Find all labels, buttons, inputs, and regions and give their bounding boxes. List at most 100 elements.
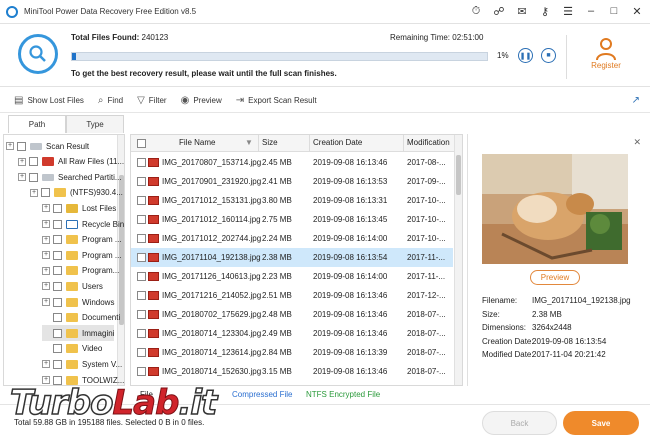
filter-button[interactable]: ▽ Filter — [137, 95, 166, 106]
tree-node[interactable]: + Program... — [42, 263, 119, 279]
maximize-icon[interactable]: □ — [607, 4, 621, 18]
file-checkbox[interactable] — [137, 310, 146, 319]
expand-icon[interactable]: + — [30, 188, 38, 197]
feedback-icon[interactable]: ✉ — [515, 4, 529, 18]
register-button[interactable]: Register — [584, 37, 628, 70]
file-checkbox[interactable] — [137, 234, 146, 243]
file-checkbox[interactable] — [137, 196, 146, 205]
file-row[interactable]: IMG_20171104_192138.jpg 2.38 MB 2019-09-08… — [131, 248, 453, 267]
tree-checkbox[interactable] — [29, 157, 38, 167]
find-button[interactable]: ⌕ Find — [98, 95, 123, 106]
close-preview-icon[interactable]: ✕ — [633, 137, 641, 148]
pause-button[interactable]: ❚❚ — [518, 48, 533, 63]
expand-icon[interactable]: + — [42, 251, 50, 260]
file-row[interactable]: IMG_20171012_202744.jpg 2.24 MB 2019-09-08… — [131, 229, 453, 248]
file-row[interactable]: IMG_20180714_123304.jpg 2.49 MB 2019-09-08… — [131, 324, 453, 343]
tree-node[interactable]: +Immagini — [42, 325, 115, 342]
menu-icon[interactable]: ☰ — [561, 4, 575, 18]
update-icon[interactable]: ⏱ — [469, 4, 483, 18]
tree-checkbox[interactable] — [53, 266, 62, 276]
tree-checkbox[interactable] — [29, 172, 38, 182]
expand-icon[interactable]: + — [42, 282, 50, 291]
file-checkbox[interactable] — [137, 158, 146, 167]
file-row[interactable]: IMG_20180714_123614.jpg 2.84 MB 2019-09-08… — [131, 343, 453, 362]
file-row[interactable]: IMG_20170901_231920.jpg 2.41 MB 2019-09-08… — [131, 172, 453, 191]
tree-checkbox[interactable] — [53, 250, 62, 260]
column-divider[interactable] — [309, 135, 310, 152]
tree-node[interactable]: + Searched Partiti... — [18, 169, 122, 185]
tree-checkbox[interactable] — [53, 281, 62, 291]
col-modification[interactable]: Modification — [407, 138, 450, 147]
select-all-checkbox[interactable] — [137, 139, 146, 148]
tree-checkbox[interactable] — [53, 313, 62, 323]
file-row[interactable]: IMG_20171216_214052.jpg 2.51 MB 2019-09-08… — [131, 286, 453, 305]
file-row[interactable]: IMG_20180714_152630.jpg 3.15 MB 2019-09-08… — [131, 362, 453, 381]
file-checkbox[interactable] — [137, 272, 146, 281]
show-lost-files-button[interactable]: ▤ Show Lost Files — [14, 95, 84, 106]
tree-checkbox[interactable] — [53, 297, 62, 307]
col-creation-date[interactable]: Creation Date — [313, 138, 362, 147]
preview-file-button[interactable]: Preview — [530, 270, 580, 285]
expand-icon[interactable]: + — [42, 235, 50, 244]
expand-icon[interactable]: + — [42, 360, 50, 369]
save-button[interactable]: Save — [563, 411, 639, 435]
column-divider[interactable] — [403, 135, 404, 152]
column-divider[interactable] — [258, 135, 259, 152]
tree-node[interactable]: + System V... — [42, 356, 122, 372]
file-row[interactable]: IMG_20171012_153131.jpg 3.80 MB 2019-09-08… — [131, 191, 453, 210]
preview-button[interactable]: ◉ Preview — [181, 95, 222, 106]
file-row[interactable]: IMG_20171012_160114.jpg 2.75 MB 2019-09-08… — [131, 210, 453, 229]
expand-icon[interactable]: + — [42, 204, 50, 213]
file-row[interactable]: IMG_20180702_175629.jpg 2.48 MB 2019-09-08… — [131, 305, 453, 324]
close-icon[interactable]: ✕ — [630, 4, 644, 18]
expand-icon[interactable]: + — [18, 173, 26, 182]
key-icon[interactable]: ⚷ — [538, 4, 552, 18]
col-size[interactable]: Size — [262, 138, 278, 147]
tree-node[interactable]: + Recycle Bin — [42, 216, 124, 232]
tree-checkbox[interactable] — [41, 188, 50, 198]
export-scan-result-button[interactable]: ⇥ Export Scan Result — [236, 95, 317, 106]
file-checkbox[interactable] — [137, 177, 146, 186]
stop-button[interactable]: ■ — [541, 48, 556, 63]
minimize-icon[interactable]: – — [584, 4, 598, 18]
expand-icon[interactable]: + — [18, 157, 26, 166]
tree-checkbox[interactable] — [53, 344, 62, 354]
tree-checkbox[interactable] — [53, 203, 62, 213]
tree-node[interactable]: + Scan Result — [6, 138, 89, 154]
file-checkbox[interactable] — [137, 329, 146, 338]
file-checkbox[interactable] — [137, 291, 146, 300]
tree-node[interactable]: + Lost Files — [42, 200, 116, 216]
tree-node[interactable]: + All Raw Files (11... — [18, 154, 124, 170]
tree-checkbox[interactable] — [53, 219, 62, 229]
col-file-name[interactable]: File Name — [179, 138, 215, 147]
file-list-scrollbar-thumb[interactable] — [456, 155, 461, 195]
cart-icon[interactable]: ☍ — [492, 4, 506, 18]
tree-node[interactable]: +Video — [42, 341, 102, 357]
expand-icon[interactable]: + — [42, 298, 50, 306]
expand-icon[interactable]: + — [42, 266, 50, 275]
tree-node[interactable]: + Program ... — [42, 232, 122, 248]
expand-icon[interactable]: + — [6, 142, 14, 150]
file-row[interactable]: IMG_20171126_140613.jpg 2.23 MB 2019-09-08… — [131, 267, 453, 286]
back-button[interactable]: Back — [482, 411, 557, 435]
tree-checkbox[interactable] — [17, 141, 26, 151]
tree-checkbox[interactable] — [53, 359, 62, 369]
tree-node[interactable]: + (NTFS)930.4... — [30, 185, 123, 201]
tree-node[interactable]: + Windows — [42, 294, 114, 310]
file-checkbox[interactable] — [137, 253, 146, 262]
tab-type[interactable]: Type — [66, 115, 124, 133]
sort-arrow-icon[interactable]: ▼ — [245, 138, 253, 147]
tree-node[interactable]: + Program ... — [42, 247, 122, 263]
expand-icon[interactable]: + — [42, 220, 50, 228]
file-row[interactable]: IMG_20170807_153714.jpg 2.45 MB 2019-09-08… — [131, 153, 453, 172]
tree-checkbox[interactable] — [53, 328, 62, 338]
tree-node[interactable]: + Users — [42, 278, 103, 294]
file-list-scrollbar[interactable] — [454, 135, 462, 385]
tree-checkbox[interactable] — [53, 235, 62, 245]
file-checkbox[interactable] — [137, 348, 146, 357]
file-checkbox[interactable] — [137, 367, 146, 376]
tree-node[interactable]: +Documenti — [42, 310, 120, 326]
file-checkbox[interactable] — [137, 215, 146, 224]
tab-path[interactable]: Path — [8, 115, 66, 133]
share-icon[interactable]: ↗ — [632, 95, 640, 106]
